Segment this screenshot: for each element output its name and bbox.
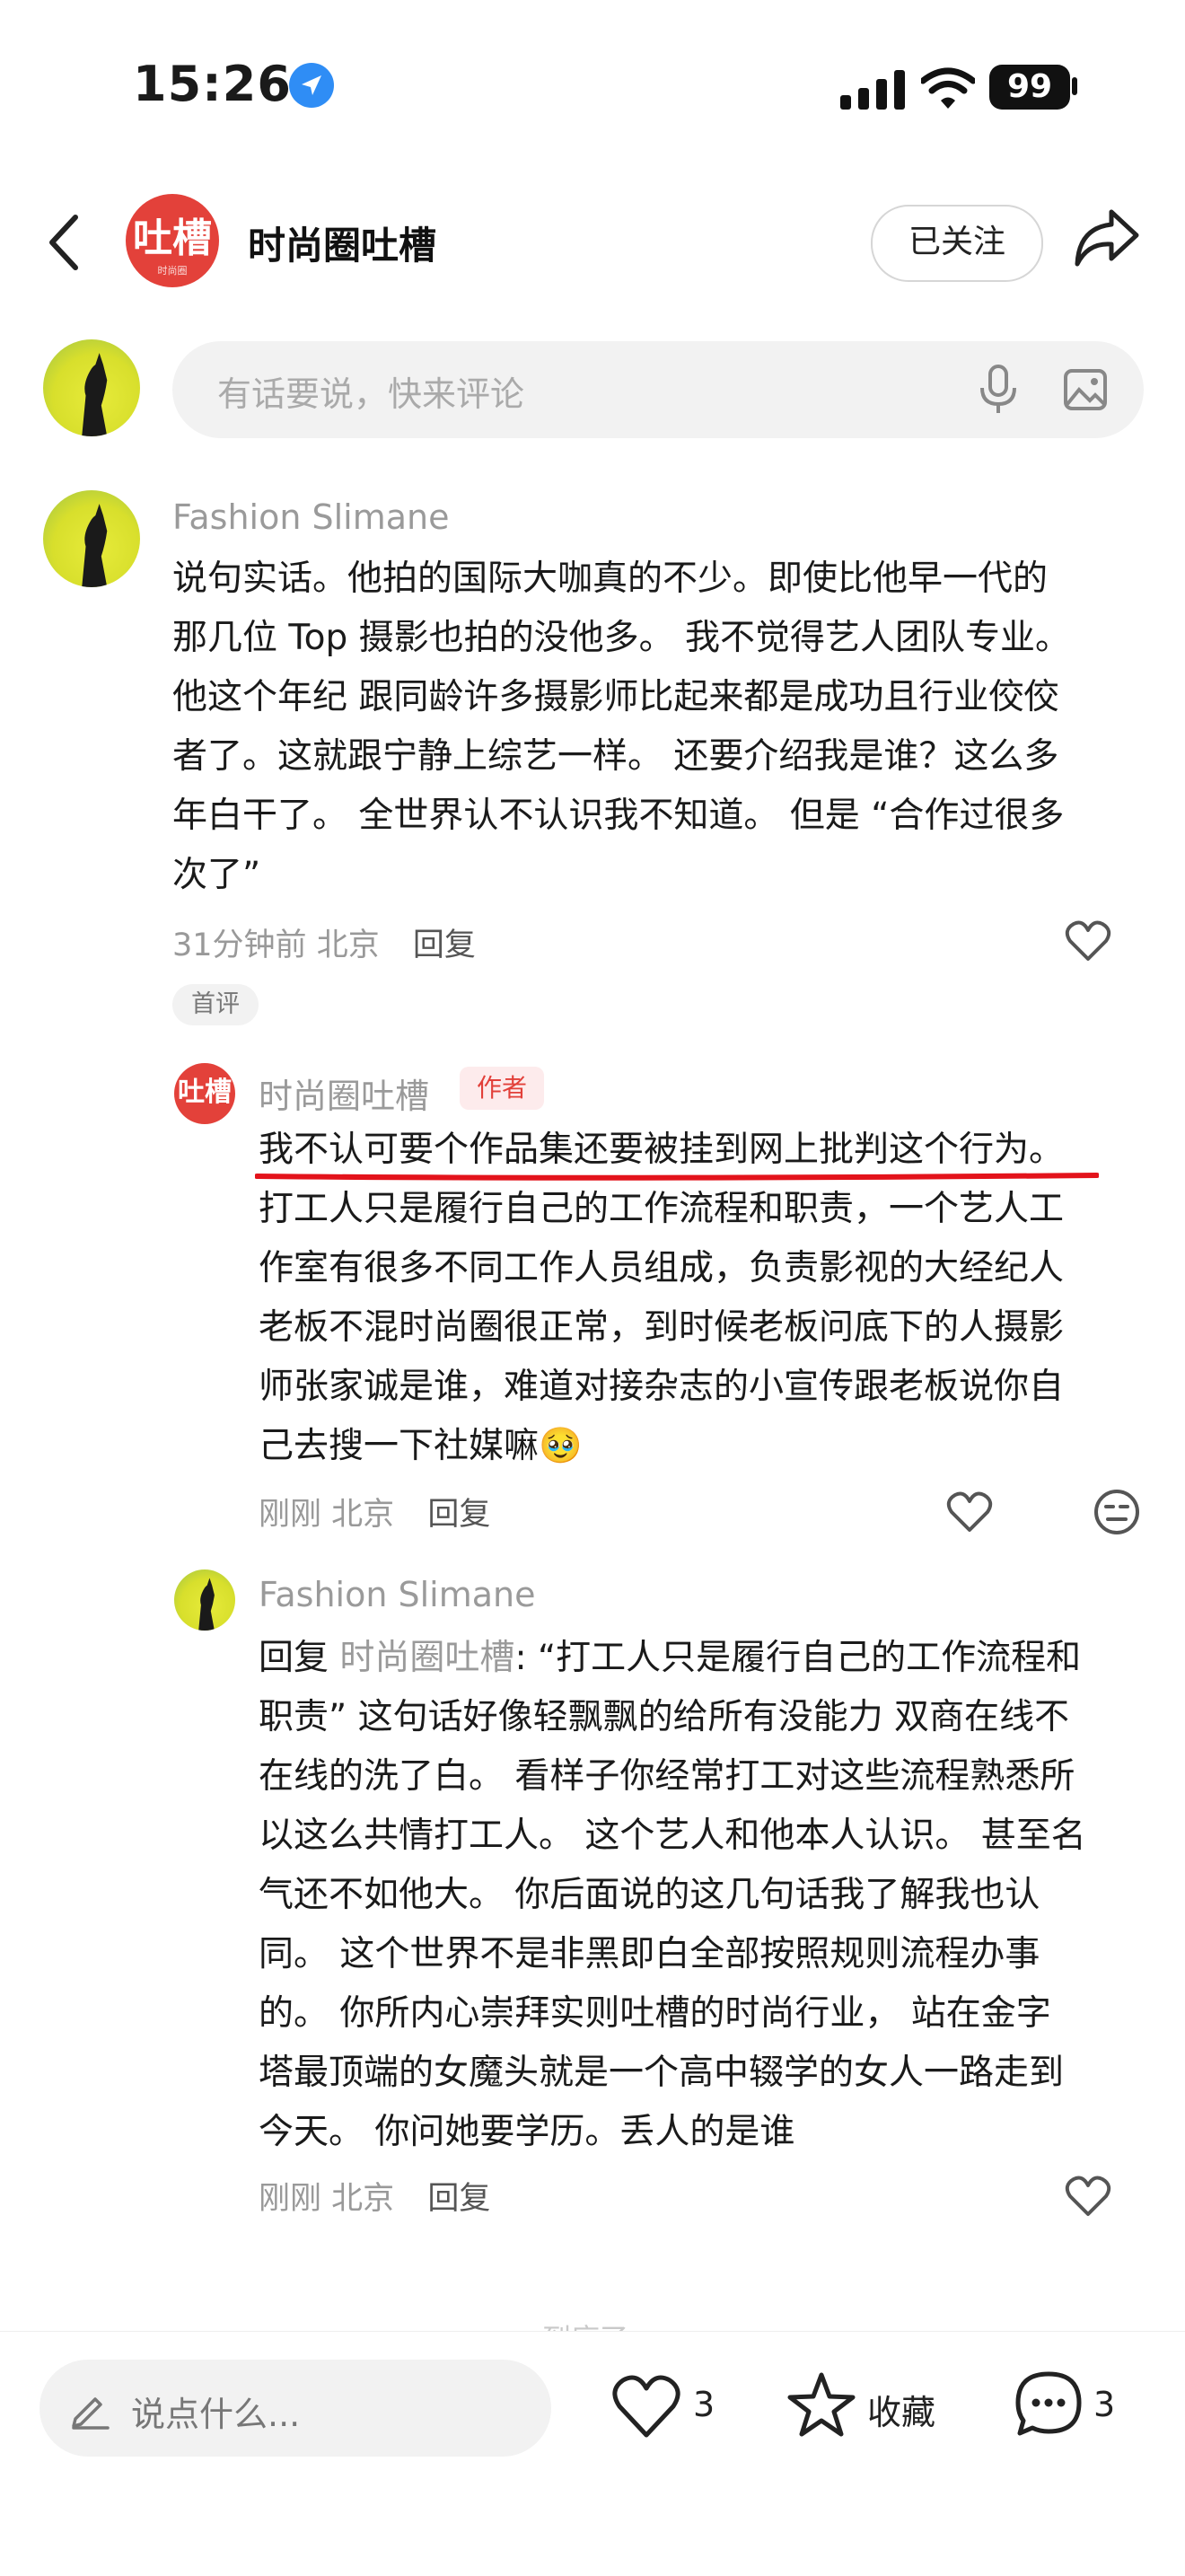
comment-line: 今天。 你问她要学历。丢人的是谁 [259, 2112, 795, 2152]
account-logo-small: 时尚圈 [157, 265, 188, 277]
comment-first-line: 回复 时尚圈吐槽: “打工人只是履行自己的工作流程和 [259, 1629, 1174, 1688]
battery-tip [1072, 77, 1077, 95]
reply-prefix: 回复 [259, 1638, 329, 1678]
comment-line: 打工人只是履行自己的工作流程和职责，一个艺人工 [259, 1189, 1065, 1229]
comment-meta: 刚刚 北京 回复 [259, 1489, 490, 1534]
comment-line: 师张家诚是谁，难道对接杂志的小宣传跟老板说你自 [259, 1367, 1065, 1407]
comment-location: 北京 [331, 1497, 395, 1533]
heart-icon[interactable] [946, 1490, 993, 1534]
favorite-label: 收藏 [867, 2393, 936, 2432]
comment-line: 年白干了。 全世界认不认识我不知道。 但是 “合作过很多 [172, 796, 1065, 836]
say-something-placeholder: 说点什么... [131, 2395, 301, 2434]
account-logo-text: 吐槽 [133, 215, 212, 261]
comment-line: 气还不如他大。 你后面说的这几句话我了解我也认 [259, 1875, 1040, 1915]
commenter-avatar[interactable] [43, 490, 140, 587]
first-comment-badge: 首评 [172, 984, 259, 1025]
location-arrow-icon [289, 63, 334, 108]
comment-line: 职责” 这句话好像轻飘飘的给所有没能力 双商在线不 [259, 1697, 1069, 1737]
comment-line: : “打工人只是履行自己的工作流程和 [514, 1638, 1082, 1678]
comment-line: 同。 这个世界不是非黑即白全部按照规则流程办事 [259, 1934, 1040, 1974]
pencil-icon [68, 2388, 111, 2430]
account-avatar[interactable]: 吐槽 时尚圈 [126, 194, 219, 287]
heart-icon [612, 2375, 680, 2438]
comment-line: 塔最顶端的女魔头就是一个高中辍学的女人一路走到 [259, 2053, 1065, 2093]
comment-author[interactable]: Fashion Slimane [259, 1575, 536, 1614]
comment-line: 己去搜一下社媒嘛 [259, 1426, 540, 1466]
comment-line: 者了。这就跟宁静上综艺一样。 还要介绍我是谁？这么多 [172, 736, 1059, 777]
comment-input-placeholder: 有话要说，快来评论 [217, 374, 525, 414]
comment-line: 他这个年纪 跟同龄许多摄影师比起来都是成功且行业佼佼 [172, 677, 1059, 717]
author-avatar[interactable]: 吐槽 [174, 1063, 235, 1124]
like-count: 3 [693, 2385, 715, 2424]
comment-time: 31分钟前 [172, 928, 307, 963]
comment-author[interactable]: 时尚圈吐槽 [259, 1068, 429, 1118]
comment-line-with-emoji: 己去搜一下社媒嘛🥹 [259, 1417, 1165, 1476]
comment-location: 北京 [316, 928, 380, 963]
comment-line: 老板不混时尚圈很正常，到时候老板问底下的人摄影 [259, 1307, 1065, 1348]
comment-count: 3 [1093, 2385, 1116, 2424]
comment-meta: 刚刚 北京 回复 [259, 2173, 490, 2219]
crying-emoji: 🥹 [539, 1426, 583, 1466]
comment-location: 北京 [331, 2181, 395, 2217]
comment-count-button[interactable]: 3 [1013, 2369, 1138, 2444]
microphone-icon[interactable] [979, 365, 1018, 415]
comment-line: 的。 你所内心崇拜实则吐槽的时尚行业， 站在金字 [259, 1993, 1051, 2034]
status-time: 15:26 [133, 56, 292, 112]
comment-line: 作室有很多不同工作人员组成，负责影视的大经纪人 [259, 1248, 1065, 1288]
favorite-button[interactable]: 收藏 [786, 2369, 957, 2444]
heart-icon[interactable] [1065, 919, 1111, 963]
image-icon[interactable] [1063, 368, 1108, 411]
reply-to-name[interactable]: 时尚圈吐槽 [339, 1638, 514, 1678]
comment-time: 刚刚 [259, 1497, 322, 1533]
author-badge: 作者 [460, 1067, 544, 1110]
red-underline-annotation [254, 1169, 1100, 1182]
comment-line: 次了” [172, 855, 261, 895]
battery-icon: 99 [989, 65, 1070, 110]
back-icon[interactable] [43, 212, 88, 273]
share-icon[interactable] [1072, 207, 1140, 269]
commenter-avatar[interactable] [174, 1569, 235, 1631]
comment-body: 回复 时尚圈吐槽: “打工人只是履行自己的工作流程和 职责” 这句话好像轻飘飘的… [259, 1629, 1174, 2162]
follow-button[interactable]: 已关注 [871, 205, 1043, 282]
like-button[interactable]: 3 [610, 2370, 727, 2442]
user-avatar[interactable] [43, 339, 140, 436]
comment-line: 说句实话。他拍的国际大咖真的不少。即使比他早一代的 [172, 558, 1049, 599]
star-icon [787, 2372, 856, 2437]
comment-line: 那几位 Top 摄影也拍的没他多。 我不觉得艺人团队专业。 [172, 618, 1071, 658]
comment-meta: 31分钟前 北京 回复 [172, 919, 476, 965]
account-name[interactable]: 时尚圈吐槽 [248, 215, 436, 270]
comment-line: 以这么共情打工人。 这个艺人和他本人认识。 甚至名 [259, 1816, 1086, 1856]
neutral-face-icon[interactable] [1093, 1489, 1140, 1535]
comment-time: 刚刚 [259, 2181, 322, 2217]
comment-author[interactable]: Fashion Slimane [172, 497, 450, 537]
wifi-icon [919, 66, 977, 110]
reply-button[interactable]: 回复 [427, 1497, 490, 1533]
reply-button[interactable]: 回复 [427, 2181, 490, 2217]
heart-icon[interactable] [1065, 2175, 1111, 2218]
comment-line: 在线的洗了白。 看样子你经常打工对这些流程熟悉所 [259, 1756, 1075, 1797]
reply-button[interactable]: 回复 [413, 928, 476, 963]
comment-body: 说句实话。他拍的国际大咖真的不少。即使比他早一代的 那几位 Top 摄影也拍的没… [172, 549, 1160, 905]
signal-icon [840, 70, 907, 110]
